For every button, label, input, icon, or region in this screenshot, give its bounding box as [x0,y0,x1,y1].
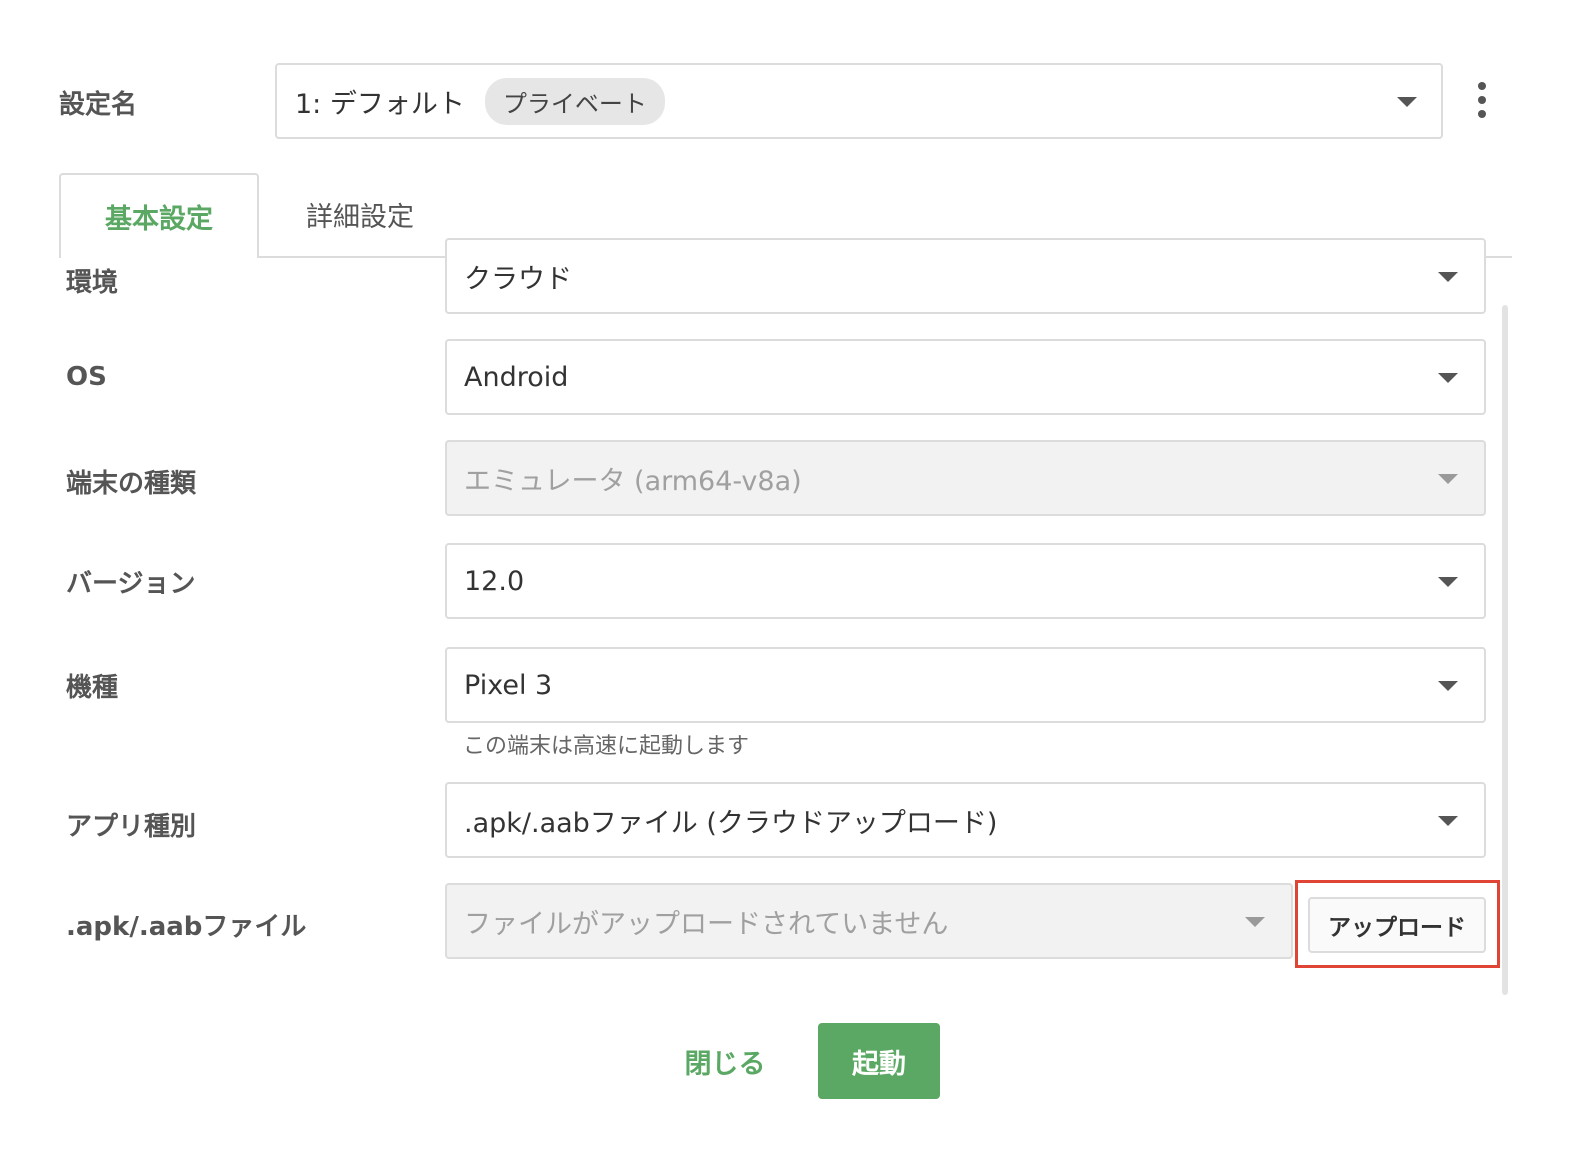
os-label: OS [66,362,107,392]
device-type-select: エミュレータ (arm64-v8a) [445,440,1486,516]
chevron-down-icon [1438,816,1458,826]
version-value: 12.0 [464,565,525,597]
model-value: Pixel 3 [464,669,553,701]
launch-button[interactable]: 起動 [818,1023,940,1099]
app-type-label: アプリ種別 [66,812,197,842]
model-label: 機種 [66,673,119,703]
private-badge: プライベート [484,77,665,125]
chevron-down-icon [1438,272,1458,282]
app-file-select: ファイルがアップロードされていません [445,883,1293,959]
model-select[interactable]: Pixel 3 [445,647,1486,723]
version-select[interactable]: 12.0 [445,543,1486,619]
chevron-down-icon [1438,474,1458,484]
setting-name-select[interactable]: 1: デフォルト プライベート [275,63,1443,139]
chevron-down-icon [1438,373,1458,383]
os-select[interactable]: Android [445,339,1486,415]
tab-advanced-settings[interactable]: 詳細設定 [260,173,460,256]
tab-basic-settings[interactable]: 基本設定 [59,173,259,258]
app-file-label: .apk/.aabファイル [66,912,307,942]
version-label: バージョン [66,569,196,599]
app-type-value: .apk/.aabファイル (クラウドアップロード) [464,807,998,839]
app-file-placeholder: ファイルがアップロードされていません [464,908,949,940]
os-value: Android [464,361,569,393]
setting-name-value: 1: デフォルト [295,88,465,120]
more-options-icon[interactable] [1470,82,1494,118]
app-type-select[interactable]: .apk/.aabファイル (クラウドアップロード) [445,782,1486,858]
upload-button[interactable]: アップロード [1308,897,1486,953]
close-button[interactable]: 閉じる [670,1023,780,1099]
device-type-value: エミュレータ (arm64-v8a) [464,465,802,497]
launch-settings-dialog: 設定名 1: デフォルト プライベート 基本設定 詳細設定 環境 クラウド OS… [0,0,1590,1158]
chevron-down-icon [1438,681,1458,691]
environment-value: クラウド [464,263,572,295]
chevron-down-icon [1397,97,1417,107]
environment-select[interactable]: クラウド [445,238,1486,314]
environment-label: 環境 [66,268,119,298]
device-type-label: 端末の種類 [66,469,197,499]
scrollbar[interactable] [1502,305,1508,995]
chevron-down-icon [1245,917,1265,927]
chevron-down-icon [1438,577,1458,587]
setting-name-label: 設定名 [59,90,138,120]
model-hint: この端末は高速に起動します [463,734,750,759]
